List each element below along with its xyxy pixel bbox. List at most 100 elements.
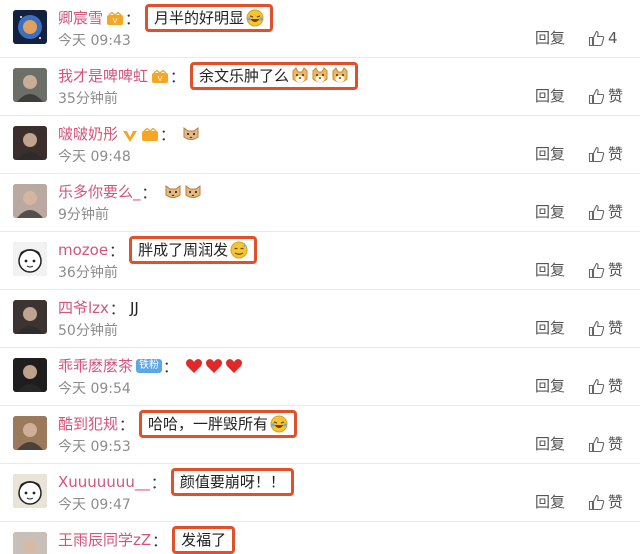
- comment-body: 颜值要崩呀！！: [170, 468, 294, 496]
- cat-emoji-icon: [184, 183, 202, 201]
- username-link[interactable]: Xuuuuuuu__: [58, 472, 150, 492]
- comment-row: 乐多你要么_： 9分钟前 回复 赞: [0, 174, 640, 232]
- comment-timestamp: 今天 09:48: [58, 149, 131, 165]
- name-separator: ：: [125, 9, 141, 28]
- name-separator: ：: [163, 357, 179, 376]
- username-link[interactable]: mozoe: [58, 240, 108, 260]
- reply-button[interactable]: 回复: [535, 492, 565, 512]
- comment-body: 哈哈，一胖毁所有: [139, 410, 298, 438]
- reply-button[interactable]: 回复: [535, 28, 565, 48]
- like-count: 4: [608, 29, 618, 47]
- like-button[interactable]: 赞: [588, 202, 623, 222]
- like-button[interactable]: 赞: [588, 144, 623, 164]
- comment-header: 我才是啤啤虹 V ： 余文乐肿了么: [58, 62, 359, 90]
- user-avatar[interactable]: [13, 416, 47, 450]
- user-avatar[interactable]: [13, 532, 47, 554]
- comment-header: 王雨辰同学zZ： 发福了: [58, 526, 236, 554]
- cat-emoji-icon: [164, 183, 182, 201]
- like-count: 赞: [608, 87, 624, 105]
- username-link[interactable]: 乐多你要么_: [58, 182, 141, 202]
- reply-button[interactable]: 回复: [535, 86, 565, 106]
- like-button[interactable]: 赞: [588, 434, 623, 454]
- comment-body: [162, 183, 202, 201]
- name-separator: ：: [152, 531, 168, 550]
- user-avatar[interactable]: [13, 126, 47, 160]
- reply-button[interactable]: 回复: [535, 434, 565, 454]
- thumbs-up-icon: [588, 320, 605, 337]
- thumbs-up-icon: [588, 204, 605, 221]
- reply-button[interactable]: 回复: [535, 318, 565, 338]
- like-button[interactable]: 赞: [588, 260, 623, 280]
- reply-button[interactable]: 回复: [535, 260, 565, 280]
- comment-body: 月半的好明显: [145, 4, 274, 32]
- thumbs-up-icon: [588, 378, 605, 395]
- comment-body: [180, 125, 200, 143]
- cat-emoji-icon: [182, 125, 200, 143]
- like-button[interactable]: 赞: [588, 376, 623, 396]
- user-avatar[interactable]: [13, 242, 47, 276]
- thumbs-up-icon: [588, 146, 605, 163]
- thumbs-up-icon: [588, 30, 605, 47]
- name-separator: ：: [119, 415, 135, 434]
- username-link[interactable]: 乖乖麽麽茶: [58, 356, 133, 376]
- comment-row: 我才是啤啤虹 V ： 余文乐肿了么 35分钟前 回复 赞: [0, 58, 640, 116]
- comment-row: 王雨辰同学zZ： 发福了: [0, 522, 640, 554]
- heart-emoji-icon: [205, 357, 223, 375]
- comment-text: 发福了: [181, 531, 227, 549]
- heart-emoji-icon: [185, 357, 203, 375]
- user-avatar[interactable]: [13, 300, 47, 334]
- user-avatar[interactable]: [13, 184, 47, 218]
- comment-timestamp: 今天 09:53: [58, 439, 131, 455]
- like-button[interactable]: 赞: [588, 86, 623, 106]
- like-count: 赞: [608, 319, 624, 337]
- name-separator: ：: [141, 183, 157, 202]
- like-button[interactable]: 赞: [588, 318, 623, 338]
- user-avatar[interactable]: [13, 474, 47, 508]
- username-link[interactable]: 卿宸雪: [58, 8, 103, 28]
- comment-timestamp: 50分钟前: [58, 323, 118, 339]
- laugh-cry-emoji-icon: [246, 9, 264, 27]
- svg-text:V: V: [158, 75, 163, 83]
- like-count: 赞: [608, 203, 624, 221]
- comment-row: 卿宸雪 V ： 月半的好明显 今天 09:43 回复 4: [0, 0, 640, 58]
- comment-header: 卿宸雪 V ： 月半的好明显: [58, 4, 274, 32]
- shiba-emoji-icon: [331, 67, 349, 85]
- comment-timestamp: 今天 09:43: [58, 33, 131, 49]
- thumbs-up-icon: [588, 494, 605, 511]
- user-avatar[interactable]: [13, 10, 47, 44]
- reply-button[interactable]: 回复: [535, 144, 565, 164]
- user-avatar[interactable]: [13, 68, 47, 102]
- heart-emoji-icon: [225, 357, 243, 375]
- thumbs-up-icon: [588, 436, 605, 453]
- comment-body: [183, 357, 243, 375]
- like-count: 赞: [608, 435, 624, 453]
- username-link[interactable]: 王雨辰同学zZ: [58, 530, 151, 550]
- comment-header: mozoe： 胖成了周润发: [58, 236, 258, 264]
- like-button[interactable]: 4: [588, 28, 618, 48]
- name-separator: ：: [109, 299, 125, 318]
- like-button[interactable]: 赞: [588, 492, 623, 512]
- shiba-emoji-icon: [311, 67, 329, 85]
- name-separator: ：: [160, 125, 176, 144]
- reply-button[interactable]: 回复: [535, 376, 565, 396]
- comment-row: 四爷lzx： JJ 50分钟前 回复 赞: [0, 290, 640, 348]
- vip-badge-icon: [141, 127, 159, 141]
- name-separator: ：: [170, 67, 186, 86]
- comment-row: 乖乖麽麽茶 铁粉： 今天 09:54 回复 赞: [0, 348, 640, 406]
- username-link[interactable]: 四爷lzx: [58, 298, 109, 318]
- comment-header: Xuuuuuuu__： 颜值要崩呀！！: [58, 468, 294, 496]
- comment-body: JJ: [130, 298, 139, 318]
- user-avatar[interactable]: [13, 358, 47, 392]
- comment-text: JJ: [129, 299, 139, 317]
- sweat-emoji-icon: [230, 241, 248, 259]
- username-link[interactable]: 啵啵奶彤: [58, 124, 118, 144]
- shiba-emoji-icon: [291, 67, 309, 85]
- comment-row: mozoe： 胖成了周润发 36分钟前 回复 赞: [0, 232, 640, 290]
- reply-button[interactable]: 回复: [535, 202, 565, 222]
- like-count: 赞: [608, 145, 624, 163]
- comment-text: 胖成了周润发: [138, 241, 229, 259]
- username-link[interactable]: 我才是啤啤虹: [58, 66, 148, 86]
- comment-row: 酷到犯规： 哈哈，一胖毁所有 今天 09:53 回复 赞: [0, 406, 640, 464]
- username-link[interactable]: 酷到犯规: [58, 414, 118, 434]
- fan-badge: 铁粉: [136, 359, 163, 373]
